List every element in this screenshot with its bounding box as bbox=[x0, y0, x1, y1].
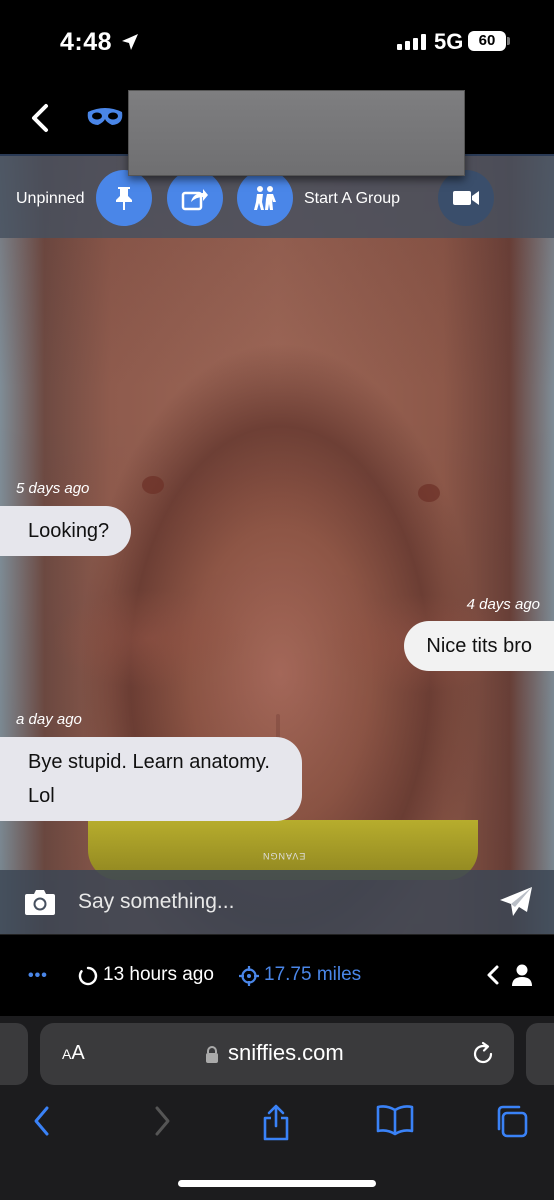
redacted-profile-name bbox=[128, 90, 465, 176]
status-bar: 4:48 5G 60 bbox=[0, 0, 554, 86]
send-icon[interactable] bbox=[499, 886, 533, 918]
network-type: 5G bbox=[434, 29, 464, 54]
next-tab-peek[interactable] bbox=[526, 1023, 554, 1085]
profile-info-bar: ••• 13 hours ago 17.75 miles bbox=[0, 934, 554, 1016]
location-arrow-icon bbox=[122, 34, 138, 50]
lock-icon bbox=[206, 1046, 218, 1063]
status-time: 4:48 bbox=[60, 28, 113, 56]
pin-icon bbox=[116, 187, 132, 210]
tabs-icon[interactable] bbox=[494, 1104, 530, 1138]
photo-detail bbox=[418, 484, 440, 502]
chat-area: EVANGN Unpinned Start A Group 5 days ago… bbox=[0, 154, 554, 934]
battery-icon: 60 bbox=[468, 31, 510, 51]
browser-toolbar: AA sniffies.com bbox=[0, 1016, 554, 1200]
message-text: Nice tits bro bbox=[426, 635, 532, 657]
incoming-message-bubble[interactable]: Bye stupid. Learn anatomy. Lol bbox=[0, 737, 302, 821]
share-button[interactable] bbox=[167, 170, 223, 226]
chevron-left-icon[interactable] bbox=[485, 963, 501, 987]
browser-forward-icon[interactable] bbox=[150, 1104, 174, 1138]
group-people-icon bbox=[254, 186, 276, 210]
back-chevron-icon[interactable] bbox=[26, 100, 56, 136]
pin-button[interactable] bbox=[96, 170, 152, 226]
more-options-icon[interactable]: ••• bbox=[28, 967, 48, 985]
incoming-message-bubble[interactable]: Looking? bbox=[0, 506, 132, 556]
unpinned-label: Unpinned bbox=[16, 190, 85, 207]
reload-icon[interactable] bbox=[470, 1041, 496, 1067]
mask-icon bbox=[87, 108, 123, 125]
message-text: Lol bbox=[28, 785, 55, 807]
video-call-button[interactable] bbox=[438, 170, 494, 226]
home-indicator[interactable] bbox=[178, 1180, 376, 1187]
distance-text[interactable]: 17.75 miles bbox=[264, 964, 361, 986]
start-group-label[interactable]: Start A Group bbox=[304, 190, 400, 208]
video-camera-icon bbox=[453, 191, 479, 205]
message-text: Looking? bbox=[28, 520, 110, 542]
text-size-button[interactable]: AA bbox=[62, 1042, 85, 1065]
user-profile-icon[interactable] bbox=[511, 963, 533, 987]
cellular-signal-icon bbox=[397, 34, 426, 50]
camera-icon[interactable] bbox=[24, 888, 56, 916]
message-text: Bye stupid. Learn anatomy. bbox=[28, 751, 270, 773]
compose-bar bbox=[0, 870, 554, 934]
message-input[interactable] bbox=[78, 884, 458, 920]
bookmarks-icon[interactable] bbox=[376, 1104, 414, 1136]
browser-back-icon[interactable] bbox=[30, 1104, 54, 1138]
message-timestamp: a day ago bbox=[16, 711, 82, 728]
previous-tab-peek[interactable] bbox=[0, 1023, 28, 1085]
photo-detail bbox=[142, 476, 164, 494]
address-bar[interactable]: AA sniffies.com bbox=[40, 1023, 514, 1085]
message-timestamp: 4 days ago bbox=[466, 596, 540, 613]
share-sheet-icon[interactable] bbox=[260, 1104, 292, 1142]
last-online-icon bbox=[78, 966, 98, 986]
last-online-text: 13 hours ago bbox=[103, 964, 214, 985]
url-text[interactable]: sniffies.com bbox=[228, 1040, 344, 1066]
crosshair-location-icon bbox=[239, 966, 259, 986]
chat-header bbox=[0, 86, 554, 176]
outgoing-message-bubble[interactable]: Nice tits bro bbox=[404, 621, 554, 671]
briefs-text: EVANGN bbox=[262, 851, 306, 861]
browser-bottom-nav bbox=[0, 1100, 554, 1160]
start-group-button[interactable] bbox=[237, 170, 293, 226]
share-icon bbox=[181, 189, 208, 211]
message-timestamp: 5 days ago bbox=[16, 480, 90, 497]
